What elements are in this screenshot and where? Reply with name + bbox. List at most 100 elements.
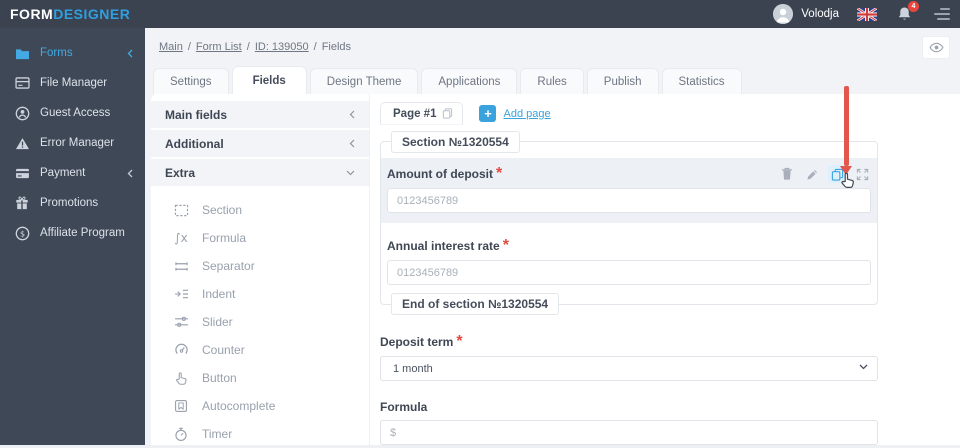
field-type-counter[interactable]: Counter: [151, 336, 369, 364]
field-type-section[interactable]: Section: [151, 196, 369, 224]
sidebar-item-affiliate-program[interactable]: $ Affiliate Program: [0, 218, 145, 248]
page-tab-label: Page #1: [393, 107, 437, 120]
breadcrumb-current: Fields: [321, 41, 352, 53]
field-type-formula[interactable]: ∫x Formula: [151, 224, 369, 252]
folder-icon: [14, 45, 30, 61]
field-type-label: Slider: [202, 315, 233, 329]
form-tabs: Settings Fields Design Theme Application…: [153, 66, 960, 94]
field-type-label: Section: [202, 203, 243, 217]
payment-icon: [14, 165, 30, 181]
field-label: Annual interest rate: [387, 239, 500, 253]
field-type-label: Separator: [202, 259, 255, 273]
tab-settings[interactable]: Settings: [153, 68, 229, 94]
sidebar-item-error-manager[interactable]: Error Manager: [0, 128, 145, 158]
edit-field-button[interactable]: [803, 165, 821, 183]
fields-editor-card: Main fields Additional Extra Section ∫x …: [151, 94, 960, 445]
preview-button[interactable]: [922, 36, 950, 59]
breadcrumb-link-main[interactable]: Main: [159, 41, 183, 53]
tab-design-theme[interactable]: Design Theme: [309, 68, 419, 94]
chevron-down-icon: [346, 170, 355, 175]
field-row-formula[interactable]: Formula: [380, 398, 878, 445]
sidebar-item-file-manager[interactable]: File Manager: [0, 68, 145, 98]
top-header: FORMDESIGNER Volodja 4: [0, 0, 960, 28]
group-extra[interactable]: Extra: [151, 159, 369, 186]
sidebar-item-label: Forms: [40, 47, 73, 59]
delete-field-button[interactable]: [778, 165, 796, 183]
breadcrumb-link-form-list[interactable]: Form List: [196, 41, 242, 53]
add-page-label: Add page: [503, 107, 551, 120]
tab-applications[interactable]: Applications: [421, 68, 518, 94]
guest-access-icon: [14, 105, 30, 121]
field-type-indent[interactable]: Indent: [151, 280, 369, 308]
expand-icon: [856, 168, 868, 180]
content-area: Main / Form List / ID: 139050 / Fields S…: [145, 28, 960, 445]
field-actions: [778, 165, 871, 183]
annual-interest-rate-input[interactable]: [387, 260, 871, 285]
indent-icon: [173, 286, 189, 302]
chevron-left-icon: [349, 110, 355, 119]
slider-icon: [173, 314, 189, 330]
section-start-label[interactable]: Section №1320554: [391, 131, 520, 153]
error-manager-icon: [14, 135, 30, 151]
field-type-timer[interactable]: Timer: [151, 420, 369, 448]
amount-of-deposit-input[interactable]: [387, 188, 871, 213]
notifications-button[interactable]: 4: [897, 1, 919, 22]
app-logo: FORMDESIGNER: [10, 6, 130, 22]
sidebar-item-forms[interactable]: Forms: [0, 38, 145, 68]
field-types-panel: Main fields Additional Extra Section ∫x …: [151, 94, 370, 445]
counter-icon: [173, 342, 189, 358]
field-type-autocomplete[interactable]: Autocomplete: [151, 392, 369, 420]
separator-icon: [173, 258, 189, 274]
user-name[interactable]: Volodja: [801, 8, 839, 20]
field-type-label: Autocomplete: [202, 399, 276, 413]
breadcrumb-separator: /: [313, 41, 317, 53]
field-row-amount-of-deposit[interactable]: Amount of deposit *: [381, 158, 877, 223]
section-end-label[interactable]: End of section №1320554: [391, 293, 560, 315]
trash-icon: [781, 167, 793, 180]
sidebar-item-label: File Manager: [40, 77, 108, 89]
deposit-term-select[interactable]: 1 month: [380, 356, 878, 381]
tab-statistics[interactable]: Statistics: [661, 68, 742, 94]
field-type-button[interactable]: Button: [151, 364, 369, 392]
uk-flag-icon[interactable]: [857, 7, 877, 21]
user-avatar-icon: [773, 4, 794, 24]
avatar[interactable]: [773, 4, 794, 24]
breadcrumb-link-form-id[interactable]: ID: 139050: [255, 41, 309, 53]
field-label: Amount of deposit: [387, 167, 493, 181]
formula-input[interactable]: [380, 420, 878, 445]
menu-icon[interactable]: [934, 8, 950, 20]
autocomplete-icon: [173, 398, 189, 414]
breadcrumb-separator: /: [187, 41, 191, 53]
field-row-deposit-term[interactable]: Deposit term * 1 month: [380, 333, 878, 381]
file-manager-icon: [14, 75, 30, 91]
sidebar-item-guest-access[interactable]: Guest Access: [0, 98, 145, 128]
required-marker: *: [495, 165, 503, 182]
required-marker: *: [456, 333, 463, 350]
duplicate-page-icon[interactable]: [442, 108, 453, 119]
tab-publish[interactable]: Publish: [586, 68, 659, 94]
field-type-slider[interactable]: Slider: [151, 308, 369, 336]
page-tabs: Page #1 + Add page: [380, 102, 960, 125]
svg-text:$: $: [19, 229, 24, 238]
field-row-annual-interest-rate[interactable]: Annual interest rate *: [381, 236, 877, 285]
add-page-button[interactable]: + Add page: [479, 105, 551, 122]
tab-rules[interactable]: Rules: [520, 68, 584, 94]
eye-icon: [928, 42, 944, 53]
button-icon: [173, 370, 189, 386]
chevron-down-icon: [859, 364, 868, 370]
sidebar-item-promotions[interactable]: Promotions: [0, 188, 145, 218]
group-additional[interactable]: Additional: [151, 130, 369, 157]
chevron-left-icon: [127, 169, 133, 178]
tab-fields[interactable]: Fields: [231, 66, 307, 94]
tab-label: Rules: [537, 75, 567, 88]
plus-icon: +: [479, 105, 497, 122]
gift-icon: [14, 195, 30, 211]
formula-icon: ∫x: [174, 231, 188, 245]
pencil-icon: [806, 169, 817, 180]
page-tab-1[interactable]: Page #1: [380, 102, 464, 125]
field-type-separator[interactable]: Separator: [151, 252, 369, 280]
sidebar-item-label: Affiliate Program: [40, 227, 125, 239]
sidebar-item-payment[interactable]: Payment: [0, 158, 145, 188]
group-label: Main fields: [165, 107, 228, 122]
group-main-fields[interactable]: Main fields: [151, 101, 369, 128]
